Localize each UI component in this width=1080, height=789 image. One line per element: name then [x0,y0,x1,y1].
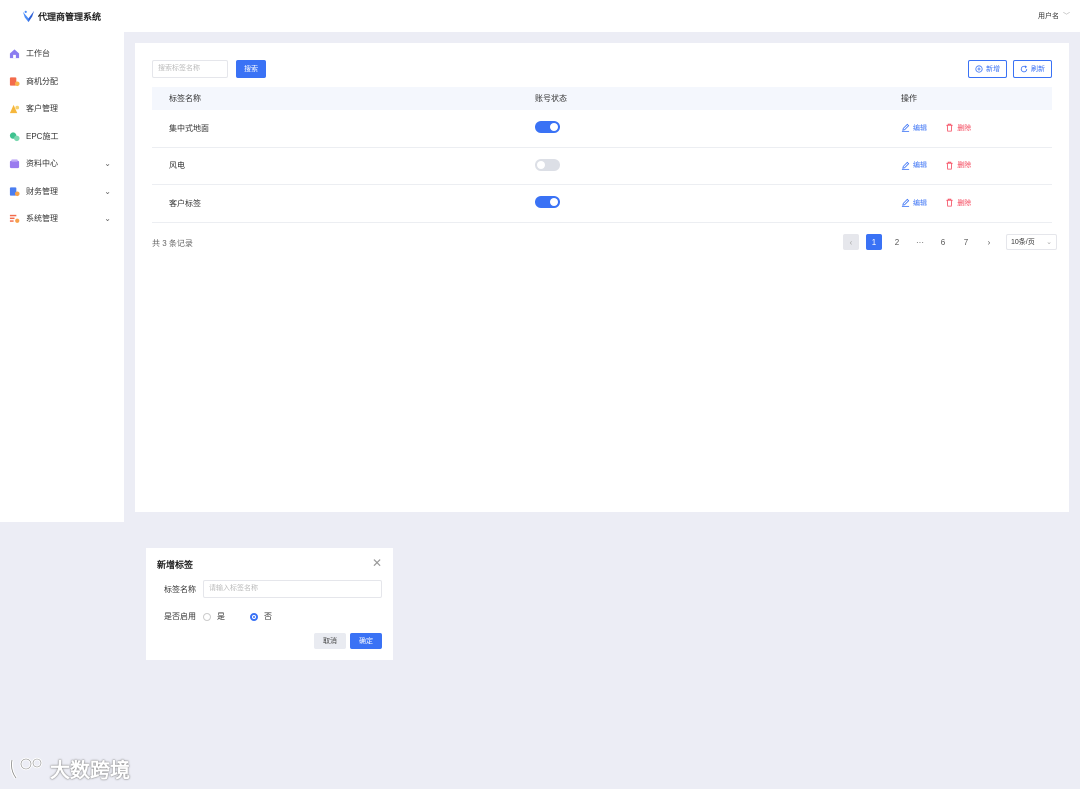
add-tag-dialog: 新增标签 ✕ 标签名称 请输入标签名称 是否启用 是 否 取消 确定 [146,548,393,660]
delete-button[interactable]: 删除 [945,160,971,170]
page-ellipsis[interactable]: ··· [912,234,928,250]
sidebar-item-label: EPC施工 [26,131,59,141]
sidebar-item-label: 商机分配 [26,76,58,86]
search-input[interactable]: 搜索标签名称 [152,60,228,78]
tag-name: 风电 [169,161,185,171]
chevron-down-icon: ﹀ [1063,13,1070,20]
chevron-down-icon: ⌄ [104,159,111,168]
page-size-select[interactable]: 10条/页 ⌄ [1006,234,1057,250]
chevron-down-icon: ⌄ [104,214,111,223]
table-row: 集中式地面 编辑 删除 [152,110,1052,148]
next-page-button[interactable]: › [981,234,997,250]
watermark-logo-icon [10,757,43,779]
add-button-label: 新增 [986,66,1000,73]
sidebar-item-finance[interactable]: 财务管理 ⌄ [0,178,124,206]
plus-circle-icon [975,65,983,73]
user-menu[interactable]: 用户名 ﹀ [1038,11,1070,21]
finance-icon [9,187,20,196]
page-button[interactable]: 2 [889,234,905,250]
sidebar-item-epc[interactable]: EPC施工 [0,123,124,151]
enable-label: 是否启用 [164,612,196,621]
column-header-status: 账号状态 [535,94,567,103]
page-button[interactable]: 7 [958,234,974,250]
delete-button[interactable]: 删除 [945,198,971,208]
sidebar-item-workbench[interactable]: 工作台 [0,40,124,68]
tag-name: 集中式地面 [169,123,209,133]
sidebar-item-label: 财务管理 [26,186,58,196]
edit-icon [901,123,910,132]
search-button[interactable]: 搜索 [236,60,266,78]
trash-icon [946,123,953,132]
tag-name: 客户标签 [169,198,201,208]
edit-button[interactable]: 编辑 [901,123,927,133]
delete-button[interactable]: 删除 [945,123,971,133]
edit-button[interactable]: 编辑 [901,160,927,170]
sidebar-item-customers[interactable]: 客户管理 [0,95,124,123]
opportunity-icon [9,77,20,86]
refresh-icon [1020,65,1028,73]
sidebar-item-system[interactable]: 系统管理 ⌄ [0,205,124,233]
home-icon [9,49,20,59]
sidebar-item-label: 工作台 [26,49,50,59]
sidebar: 工作台 商机分配 客户管理 EPC施工 资料中心 ⌄ 财务管理 ⌄ 系统管理 ⌄ [0,32,124,522]
sidebar-item-label: 系统管理 [26,214,58,224]
edit-icon [901,198,910,207]
prev-page-button[interactable]: ‹ [843,234,859,250]
app-title: 代理商管理系统 [38,11,102,22]
radio-circle-checked [250,612,258,621]
radio-no[interactable]: 否 [250,611,272,622]
top-bar: 代理商管理系统 用户名 ﹀ [0,0,1080,32]
dialog-title: 新增标签 [157,560,194,570]
add-button[interactable]: 新增 [968,60,1007,78]
tags-table: 标签名称 账号状态 操作 集中式地面 编辑 删除 风电 编辑 删除 客户标签 编… [152,87,1052,223]
tag-name-input[interactable]: 请输入标签名称 [203,580,382,598]
trash-icon [946,198,953,207]
column-header-actions: 操作 [901,94,917,103]
chevron-down-icon: ⌄ [104,186,111,196]
refresh-button[interactable]: 刷新 [1013,60,1052,78]
folder-icon [9,159,20,169]
column-header-name: 标签名称 [169,94,201,103]
trash-icon [946,161,953,170]
sidebar-item-label: 资料中心 [26,159,58,169]
chevron-down-icon: ⌄ [1046,239,1052,246]
page-button[interactable]: 6 [935,234,951,250]
settings-icon [9,215,20,224]
confirm-button[interactable]: 确定 [350,633,382,649]
edit-button[interactable]: 编辑 [901,198,927,208]
user-name: 用户名 [1038,13,1059,20]
table-header: 标签名称 账号状态 操作 [152,87,1052,110]
pagination: ‹ 1 2 ··· 6 7 › 10条/页 ⌄ [843,234,1057,250]
radio-circle [203,612,211,621]
sidebar-item-docs[interactable]: 资料中心 ⌄ [0,150,124,178]
tag-name-label: 标签名称 [164,585,196,594]
customer-icon [9,105,20,114]
sidebar-item-label: 客户管理 [26,104,58,114]
brand: 代理商管理系统 [22,10,101,23]
table-row: 风电 编辑 删除 [152,148,1052,185]
total-count: 共 3 条记录 [152,239,193,248]
status-toggle[interactable] [535,196,560,209]
close-icon[interactable]: ✕ [372,557,382,569]
sidebar-item-opportunity[interactable]: 商机分配 [0,68,124,96]
status-toggle[interactable] [535,158,560,171]
main-card: 搜索标签名称 搜索 新增 刷新 标签名称 账号状态 操作 集中式地面 编辑 删除 [135,43,1069,512]
construction-icon [9,132,20,141]
watermark: 大数跨境 [8,754,130,783]
logo-icon [22,10,35,22]
radio-yes[interactable]: 是 [203,611,225,622]
edit-icon [901,161,910,170]
table-row: 客户标签 编辑 删除 [152,185,1052,223]
status-toggle[interactable] [535,121,560,134]
refresh-button-label: 刷新 [1031,66,1045,73]
cancel-button[interactable]: 取消 [314,633,346,649]
page-button[interactable]: 1 [866,234,882,250]
